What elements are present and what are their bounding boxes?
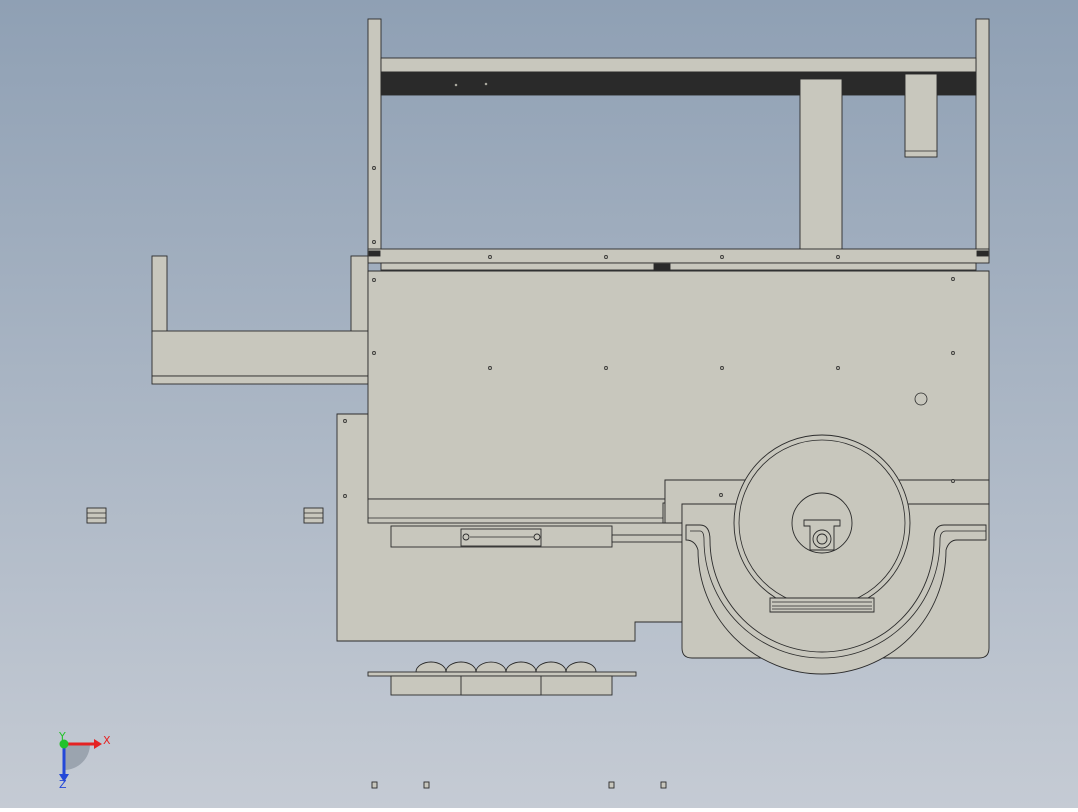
hub-shaft-inner — [816, 533, 828, 545]
bolt-hole — [951, 351, 955, 355]
floating-marker-2 — [423, 781, 430, 789]
wheel-base-block — [769, 597, 875, 613]
shelf-back-upright[interactable] — [350, 255, 369, 333]
roller-rail-plate[interactable] — [367, 671, 637, 677]
frame-top-beam[interactable] — [380, 57, 977, 73]
frame-bottom-strip[interactable] — [380, 262, 977, 271]
bolt-hole — [836, 255, 840, 259]
bolt-hole — [372, 166, 376, 170]
floating-marker-4 — [660, 781, 667, 789]
shelf-base[interactable] — [151, 330, 369, 377]
bolt-hole — [488, 255, 492, 259]
bolt-hole — [343, 419, 347, 423]
bolt-hole — [343, 494, 347, 498]
slide-rail-rod[interactable] — [611, 534, 683, 543]
floating-block-left — [86, 507, 107, 524]
bolt-hole — [720, 366, 724, 370]
main-panel[interactable] — [367, 270, 990, 500]
floating-marker-1 — [371, 781, 378, 789]
bolt-hole — [372, 351, 376, 355]
bolt-hole — [484, 82, 488, 86]
bolt-hole — [836, 366, 840, 370]
bolt-hole — [372, 278, 376, 282]
turntable-wheel[interactable] — [733, 434, 911, 613]
frame-vertical-bar[interactable] — [799, 78, 843, 252]
slide-carriage[interactable] — [460, 528, 542, 547]
bolt-hole — [488, 366, 492, 370]
shelf-upright[interactable] — [151, 255, 168, 333]
bolt-hole — [719, 493, 723, 497]
floating-marker-3 — [608, 781, 615, 789]
frame-hanging-block[interactable] — [904, 73, 938, 158]
triad-y-label: Y — [58, 730, 66, 743]
bolt-hole — [454, 83, 458, 87]
bolt-hole — [604, 366, 608, 370]
bolt-hole — [951, 277, 955, 281]
left-post-clip — [368, 250, 381, 257]
triad-z-label: Z — [59, 778, 67, 791]
bolt-hole — [951, 479, 955, 483]
frame-right-post[interactable] — [975, 18, 990, 260]
bolt-hole — [372, 240, 376, 244]
shelf-lip[interactable] — [151, 375, 369, 385]
bolt-hole — [720, 255, 724, 259]
strip-clamp — [653, 263, 671, 271]
cad-drawing[interactable]: X Y Z — [0, 0, 1078, 808]
roller-rail-carriage[interactable] — [460, 675, 542, 696]
frame-bottom-beam[interactable] — [367, 248, 990, 264]
cad-viewport[interactable]: X Y Z — [0, 0, 1078, 808]
carriage-screw-right — [533, 533, 541, 541]
bolt-hole — [604, 255, 608, 259]
triad-x-label: X — [103, 734, 111, 747]
frame-left-post[interactable] — [367, 18, 382, 260]
panel-bottom-strip[interactable] — [367, 498, 666, 524]
right-post-clip — [976, 250, 989, 257]
carriage-screw-left — [462, 533, 470, 541]
floating-block-right — [303, 507, 324, 524]
frame-dark-rail[interactable] — [380, 71, 977, 96]
